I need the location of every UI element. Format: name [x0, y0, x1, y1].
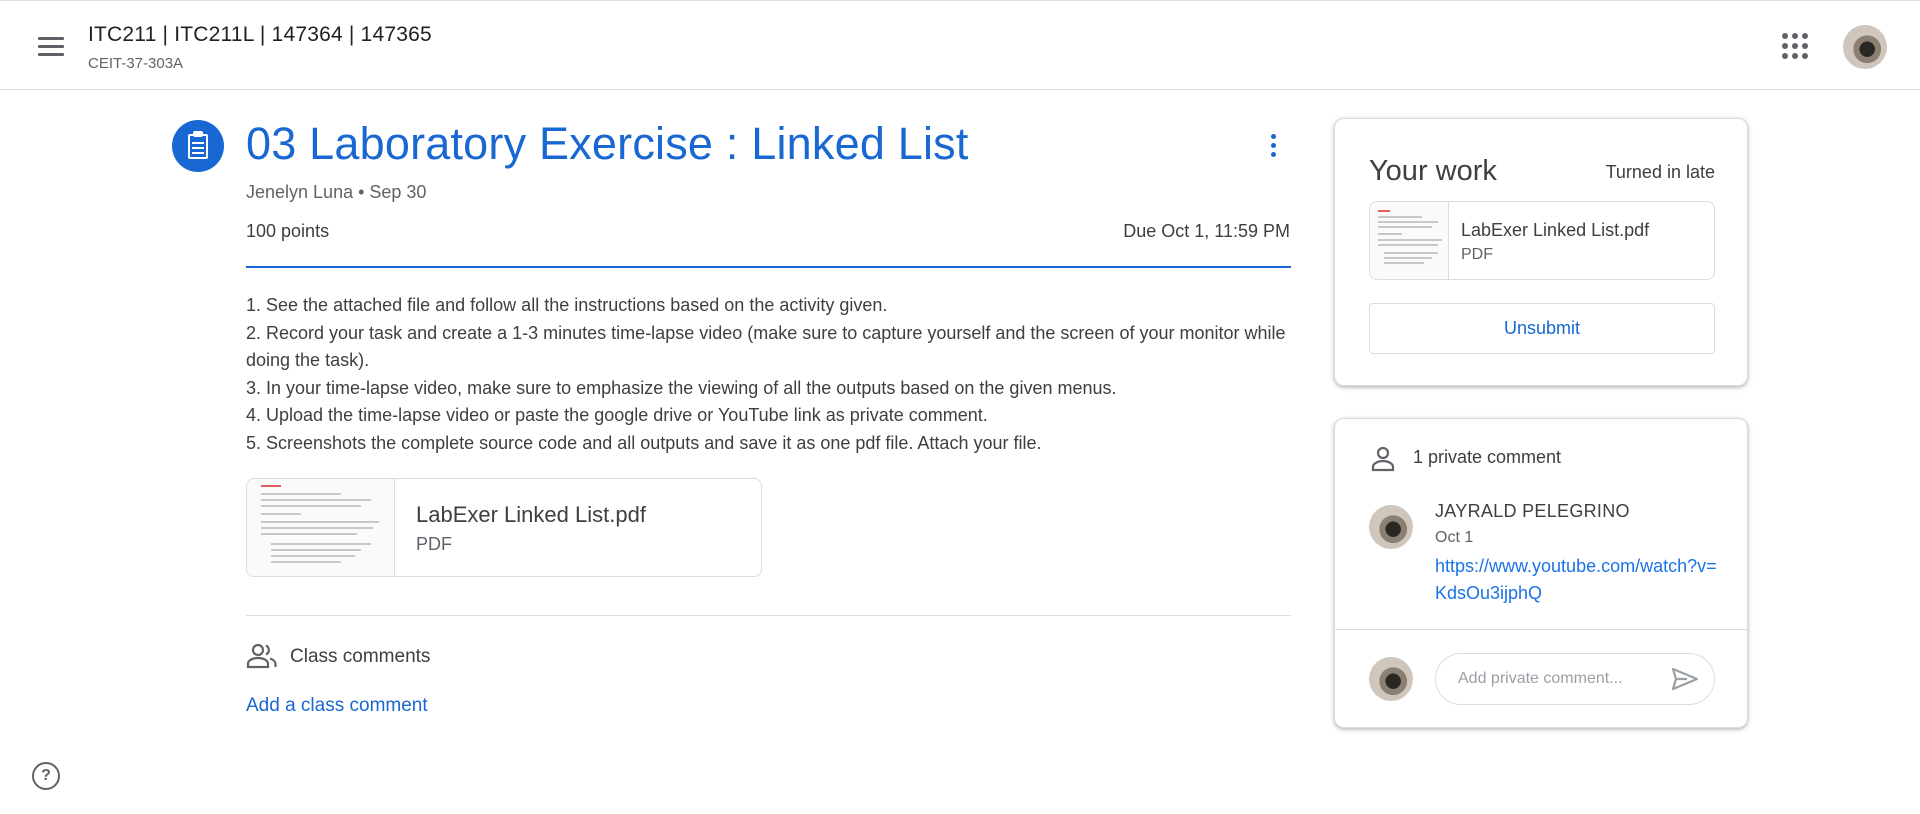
- pdf-thumbnail: [247, 479, 395, 576]
- top-app-bar: ITC211 | ITC211L | 147364 | 147365 CEIT-…: [0, 0, 1920, 90]
- assignment-due-date: Due Oct 1, 11:59 PM: [1123, 221, 1290, 241]
- hamburger-menu-icon[interactable]: [30, 31, 70, 65]
- comment-date: Oct 1: [1435, 529, 1474, 546]
- submitted-file-card[interactable]: LabExer Linked List.pdf PDF: [1369, 201, 1715, 280]
- current-user-avatar: [1369, 657, 1413, 701]
- person-icon: [1371, 446, 1395, 472]
- class-title[interactable]: ITC211 | ITC211L | 147364 | 147365: [88, 23, 432, 47]
- send-icon[interactable]: [1669, 663, 1701, 695]
- submitted-file-type: PDF: [1461, 246, 1493, 263]
- instruction-item: 2. Record your task and create a 1-3 min…: [246, 322, 1286, 371]
- people-icon: [246, 643, 277, 669]
- private-comments-card: 1 private comment JAYRALD PELEGRINO Oct …: [1334, 418, 1748, 728]
- comment-divider: [1335, 629, 1747, 630]
- private-comment-count: 1 private comment: [1413, 447, 1562, 467]
- commenter-avatar: [1369, 505, 1413, 549]
- submitted-file-name: LabExer Linked List.pdf: [1461, 220, 1650, 240]
- section-divider: [246, 615, 1291, 616]
- more-options-icon[interactable]: [1260, 128, 1288, 164]
- attachment-name: LabExer Linked List.pdf: [416, 502, 646, 527]
- submission-status: Turned in late: [1605, 162, 1715, 182]
- class-section: CEIT-37-303A: [88, 55, 184, 72]
- your-work-card: Your work Turned in late LabExer Linked …: [1334, 118, 1748, 386]
- instruction-item: 5. Screenshots the complete source code …: [246, 432, 1042, 453]
- instruction-item: 1. See the attached file and follow all …: [246, 295, 888, 315]
- google-apps-grid-icon[interactable]: [1782, 33, 1810, 61]
- assignment-meta: Jenelyn Luna • Sep 30: [246, 182, 427, 202]
- help-icon[interactable]: ?: [32, 762, 60, 790]
- commenter-name: JAYRALD PELEGRINO: [1435, 501, 1630, 521]
- your-work-title: Your work: [1369, 155, 1497, 187]
- instruction-item: 4. Upload the time-lapse video or paste …: [246, 405, 988, 425]
- assignment-title: 03 Laboratory Exercise : Linked List: [246, 118, 969, 169]
- title-divider: [246, 266, 1291, 268]
- comment-link[interactable]: https://www.youtube.com/watch?v=KdsOu3ij…: [1435, 553, 1717, 607]
- pdf-thumbnail: [1370, 202, 1449, 279]
- instruction-item: 3. In your time-lapse video, make sure t…: [246, 377, 1117, 398]
- assignment-points: 100 points: [246, 221, 330, 241]
- account-avatar[interactable]: [1843, 25, 1887, 69]
- add-class-comment-link[interactable]: Add a class comment: [246, 695, 428, 717]
- unsubmit-button[interactable]: Unsubmit: [1369, 303, 1715, 354]
- attachment-type: PDF: [416, 534, 452, 554]
- class-comments-label: Class comments: [290, 646, 431, 667]
- assignment-clipboard-icon: [172, 120, 224, 172]
- assignment-instructions: 1. See the attached file and follow all …: [246, 292, 1291, 457]
- attachment-card[interactable]: LabExer Linked List.pdf PDF: [246, 478, 762, 577]
